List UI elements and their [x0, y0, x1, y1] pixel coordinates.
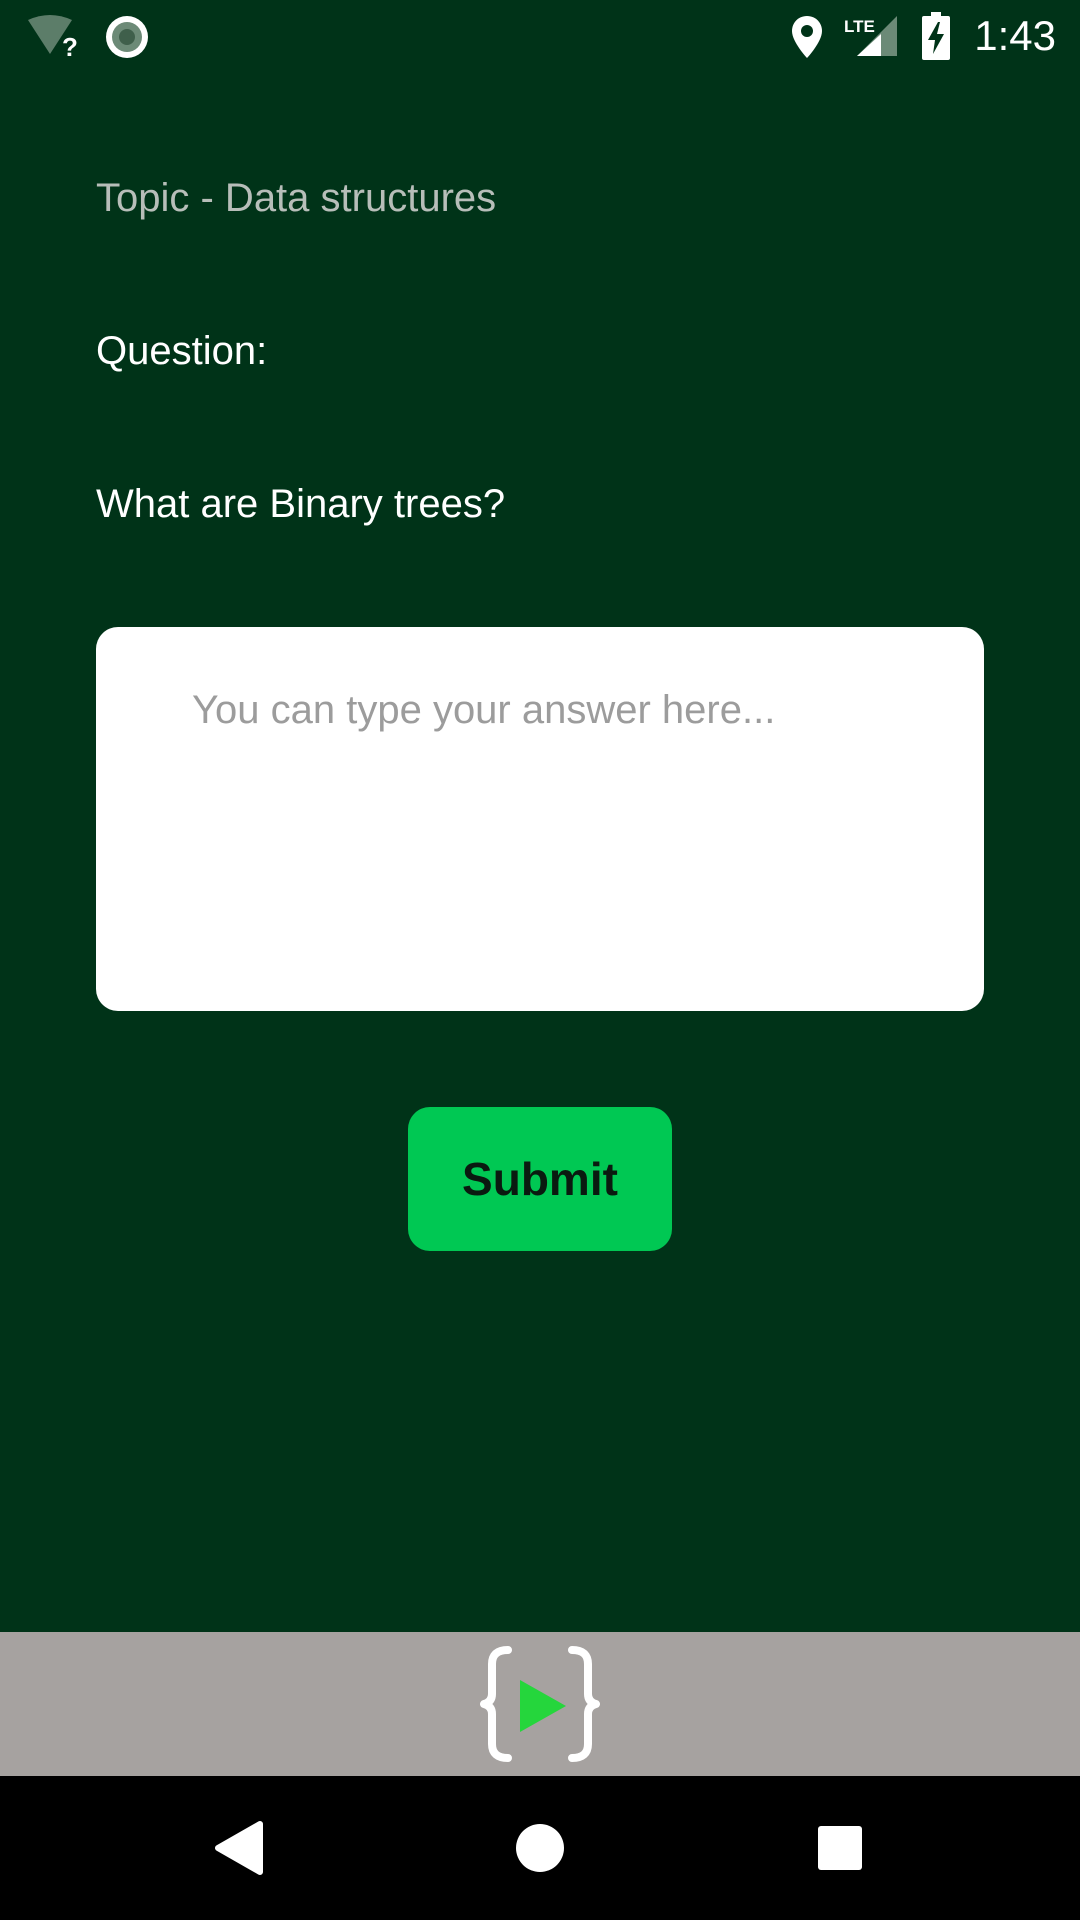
home-icon[interactable] — [468, 1776, 612, 1920]
submit-button[interactable]: Submit — [408, 1107, 672, 1251]
battery-charging-icon — [922, 12, 950, 60]
answer-box — [96, 627, 984, 1011]
status-time: 1:43 — [974, 12, 1056, 59]
svg-text:LTE: LTE — [844, 17, 875, 36]
code-play-logo-icon[interactable] — [478, 1642, 602, 1766]
recents-icon[interactable] — [768, 1776, 912, 1920]
app-footer — [0, 1632, 1080, 1776]
question-text: What are Binary trees? — [96, 482, 506, 526]
svg-text:?: ? — [62, 32, 78, 58]
question-label: Question: — [96, 329, 268, 373]
sync-circle-icon — [104, 14, 150, 60]
wifi-unknown-icon: ? — [26, 14, 82, 62]
status-bar: ? LTE 1:43 — [0, 0, 1080, 72]
location-pin-icon — [790, 14, 824, 60]
topic-title: Topic - Data structures — [96, 176, 497, 220]
lte-signal-icon: LTE — [843, 12, 899, 58]
answer-input[interactable] — [96, 627, 984, 1011]
navigation-bar — [0, 1776, 1080, 1920]
back-icon[interactable] — [168, 1776, 312, 1920]
